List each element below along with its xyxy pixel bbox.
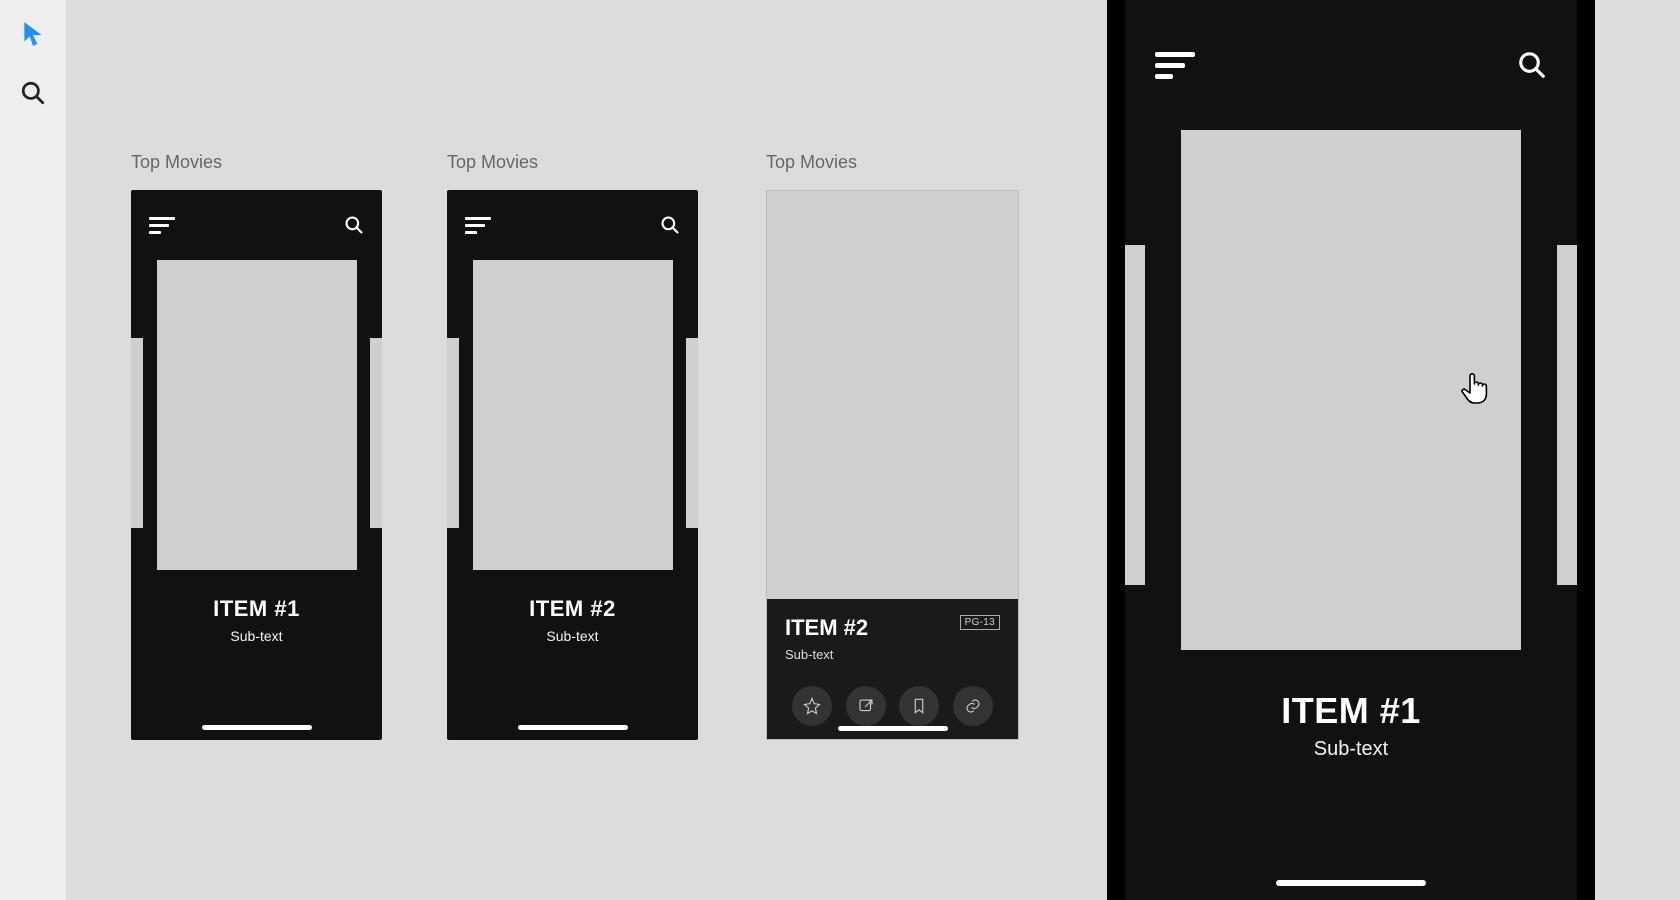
artboard-top-movies-1[interactable]: ITEM #1 Sub-text: [131, 190, 382, 740]
search-icon[interactable]: [1517, 50, 1547, 80]
design-canvas[interactable]: Top Movies Top Movies Top Movies ITEM #1…: [66, 0, 1680, 900]
item-title: ITEM #1: [1125, 690, 1577, 732]
menu-icon[interactable]: [1155, 52, 1195, 79]
item-subtext: Sub-text: [1125, 738, 1577, 761]
carousel-next-peek: [370, 338, 382, 528]
home-indicator: [518, 725, 628, 730]
item-subtext: Sub-text: [131, 628, 382, 644]
menu-icon[interactable]: [465, 217, 491, 234]
share-icon: [857, 697, 875, 715]
artboard-label[interactable]: Top Movies: [447, 152, 538, 173]
artboard-detail[interactable]: ITEM #2 Sub-text PG-13: [766, 190, 1019, 740]
pointer-tool[interactable]: [18, 18, 48, 48]
share-button[interactable]: [846, 686, 886, 726]
detail-header: ITEM #2 Sub-text PG-13: [785, 615, 1000, 662]
item-title: ITEM #2: [447, 596, 698, 622]
search-tool[interactable]: [18, 78, 48, 108]
favorite-button[interactable]: [792, 686, 832, 726]
home-indicator: [202, 725, 312, 730]
app-topbar: [447, 190, 698, 260]
home-indicator: [838, 726, 948, 731]
search-icon[interactable]: [660, 215, 680, 235]
star-icon: [803, 697, 821, 715]
home-indicator: [1276, 880, 1426, 886]
artboard-label[interactable]: Top Movies: [131, 152, 222, 173]
rating-badge: PG-13: [960, 615, 1000, 630]
action-row: [785, 686, 1000, 726]
link-icon: [964, 697, 982, 715]
menu-icon[interactable]: [149, 217, 175, 234]
detail-subtext: Sub-text: [785, 647, 868, 662]
carousel[interactable]: [447, 260, 698, 570]
preview-screen: ITEM #1 Sub-text: [1125, 0, 1577, 900]
artboard-label[interactable]: Top Movies: [766, 152, 857, 173]
carousel-prev-peek: [1125, 245, 1145, 585]
carousel-prev-peek: [447, 338, 459, 528]
item-meta: ITEM #2 Sub-text: [447, 596, 698, 644]
detail-title: ITEM #2: [785, 615, 868, 641]
movie-poster[interactable]: [1181, 130, 1521, 650]
app-topbar: [131, 190, 382, 260]
link-button[interactable]: [953, 686, 993, 726]
carousel-next-peek: [686, 338, 698, 528]
item-meta: ITEM #1 Sub-text: [1125, 690, 1577, 761]
pointer-icon: [20, 20, 46, 46]
item-title: ITEM #1: [131, 596, 382, 622]
item-subtext: Sub-text: [447, 628, 698, 644]
search-icon[interactable]: [344, 215, 364, 235]
carousel[interactable]: [1125, 130, 1577, 650]
item-meta: ITEM #1 Sub-text: [131, 596, 382, 644]
movie-poster[interactable]: [157, 260, 357, 570]
search-icon: [20, 80, 46, 106]
bookmark-button[interactable]: [899, 686, 939, 726]
movie-poster[interactable]: [473, 260, 673, 570]
detail-sheet[interactable]: ITEM #2 Sub-text PG-13: [767, 599, 1018, 739]
tool-rail: [0, 0, 66, 900]
carousel-prev-peek: [131, 338, 143, 528]
app-topbar: [1125, 0, 1577, 130]
preview-panel[interactable]: ITEM #1 Sub-text: [1107, 0, 1595, 900]
carousel-next-peek: [1557, 245, 1577, 585]
bookmark-icon: [910, 697, 928, 715]
artboard-top-movies-2[interactable]: ITEM #2 Sub-text: [447, 190, 698, 740]
carousel[interactable]: [131, 260, 382, 570]
